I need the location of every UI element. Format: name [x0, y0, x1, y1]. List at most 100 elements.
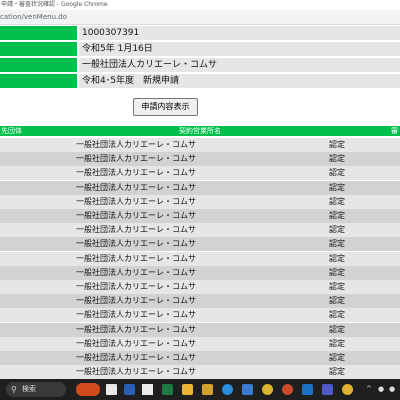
- partner-org-cell: [1, 365, 73, 379]
- windows-taskbar: ⚲ 検索 ^ ● ●: [0, 379, 400, 400]
- office-name-cell: 一般社団法人カリエーレ・コムサ: [76, 296, 196, 306]
- office-name-cell: 一般社団法人カリエーレ・コムサ: [76, 353, 196, 362]
- show-application-button[interactable]: 申請内容表示: [133, 98, 198, 116]
- table-row: 一般社団法人カリエーレ・コムサ 認定: [0, 351, 400, 365]
- search-icon: ⚲: [11, 385, 17, 394]
- review-status-cell: 認定: [329, 267, 345, 277]
- info-row-organization: 一般社団法人カリエーレ・コムサ: [0, 58, 400, 72]
- header-office-name: 契約営業所名: [179, 127, 221, 135]
- table-row: 一般社団法人カリエーレ・コムサ 認定: [0, 294, 400, 309]
- info-row-date: 令和5年 1月16日: [0, 42, 400, 56]
- chrome-icon[interactable]: [262, 384, 273, 395]
- review-status-cell: 認定: [329, 154, 345, 164]
- table-row: 一般社団法人カリエーレ・コムサ 認定: [0, 280, 400, 294]
- wifi-icon[interactable]: ●: [378, 379, 384, 400]
- review-status-cell: 認定: [329, 282, 345, 291]
- outlook-icon[interactable]: [302, 384, 313, 395]
- partner-org-cell: [1, 280, 73, 294]
- office-name-cell: 一般社団法人カリエーレ・コムサ: [76, 338, 196, 348]
- table-row: 一般社団法人カリエーレ・コムサ 認定: [0, 194, 400, 209]
- partner-org-cell: [1, 152, 73, 166]
- edge-icon[interactable]: [222, 384, 233, 395]
- review-status-cell: 認定: [329, 310, 345, 320]
- table-row: 一般社団法人カリエーレ・コムサ 認定: [0, 265, 400, 280]
- review-status-cell: 認定: [329, 140, 345, 149]
- table-row: 一般社団法人カリエーレ・コムサ 認定: [0, 336, 400, 351]
- info-row-fiscal-year: 令和4･5年度 新規申請: [0, 74, 400, 88]
- office-name-cell: 一般社団法人カリエーレ・コムサ: [76, 211, 196, 220]
- office-name-cell: 一般社団法人カリエーレ・コムサ: [76, 267, 196, 277]
- application-type: 令和4･5年度 新規申請: [79, 74, 400, 88]
- partner-org-cell: [1, 308, 73, 322]
- table-header: 先団体 契約営業所名 審: [0, 126, 400, 136]
- office-name-cell: 一般社団法人カリエーレ・コムサ: [76, 253, 196, 263]
- info-label-cell: [0, 42, 77, 56]
- file-explorer-icon[interactable]: [106, 384, 117, 395]
- office-name-cell: 一般社団法人カリエーレ・コムサ: [76, 225, 196, 235]
- partner-org-cell: [1, 252, 73, 266]
- info-label-cell: [0, 26, 77, 40]
- address-bar[interactable]: cation/venMenu.do: [0, 10, 400, 25]
- widget-icon[interactable]: [76, 383, 100, 396]
- taskbar-search[interactable]: ⚲ 検索: [6, 382, 66, 397]
- url-text[interactable]: cation/venMenu.do: [0, 10, 67, 24]
- chevron-up-icon[interactable]: ^: [366, 379, 372, 400]
- excel-icon[interactable]: [162, 384, 173, 395]
- file-explorer-icon[interactable]: [202, 384, 213, 395]
- review-status-cell: 認定: [329, 239, 345, 249]
- partner-org-cell: [1, 223, 73, 237]
- notepad-icon[interactable]: [142, 384, 153, 395]
- partner-org-cell: [1, 337, 73, 351]
- info-label-cell: [0, 58, 77, 72]
- review-status-cell: 認定: [329, 338, 345, 348]
- review-status-cell: 認定: [329, 196, 345, 206]
- folder-icon[interactable]: [182, 384, 193, 395]
- powerpoint-icon[interactable]: [282, 384, 293, 395]
- table-row: 一般社団法人カリエーレ・コムサ 認定: [0, 152, 400, 167]
- table-row: 一般社団法人カリエーレ・コムサ 認定: [0, 322, 400, 337]
- review-status-cell: 認定: [329, 168, 345, 178]
- table-row: 一般社団法人カリエーレ・コムサ 認定: [0, 223, 400, 238]
- header-review-status: 審: [391, 127, 398, 135]
- office-name-cell: 一般社団法人カリエーレ・コムサ: [76, 282, 196, 291]
- partner-org-cell: [1, 166, 73, 180]
- application-date: 令和5年 1月16日: [79, 42, 400, 56]
- review-status-cell: 認定: [329, 367, 345, 377]
- application-number: 1000307391: [79, 26, 400, 40]
- table-row: 一般社団法人カリエーレ・コムサ 認定: [0, 166, 400, 181]
- partner-org-cell: [1, 195, 73, 209]
- partner-org-cell: [1, 323, 73, 337]
- review-status-cell: 認定: [329, 182, 345, 192]
- office-name-cell: 一般社団法人カリエーレ・コムサ: [76, 196, 196, 206]
- table-row: 一般社団法人カリエーレ・コムサ 認定: [0, 308, 400, 323]
- table-row: 一般社団法人カリエーレ・コムサ 認定: [0, 138, 400, 152]
- office-name-cell: 一般社団法人カリエーレ・コムサ: [76, 310, 196, 320]
- language-indicator[interactable]: ●: [389, 379, 395, 400]
- info-row-application-number: 1000307391: [0, 26, 400, 40]
- partner-org-cell: [1, 266, 73, 280]
- office-name-cell: 一般社団法人カリエーレ・コムサ: [76, 154, 196, 164]
- header-partner-org: 先団体: [1, 127, 22, 135]
- word-icon[interactable]: [124, 384, 135, 395]
- mail-icon[interactable]: [242, 384, 253, 395]
- chrome-icon[interactable]: [342, 384, 353, 395]
- table-row: 一般社団法人カリエーレ・コムサ 認定: [0, 180, 400, 195]
- partner-org-cell: [1, 351, 73, 365]
- organization-name: 一般社団法人カリエーレ・コムサ: [79, 58, 400, 72]
- office-name-cell: 一般社団法人カリエーレ・コムサ: [76, 239, 196, 249]
- table-row: 一般社団法人カリエーレ・コムサ 認定: [0, 251, 400, 266]
- partner-org-cell: [1, 138, 73, 152]
- partner-org-cell: [1, 181, 73, 195]
- office-name-cell: 一般社団法人カリエーレ・コムサ: [76, 324, 196, 334]
- office-name-cell: 一般社団法人カリエーレ・コムサ: [76, 182, 196, 192]
- info-label-cell: [0, 74, 77, 88]
- table-row: 一般社団法人カリエーレ・コムサ 認定: [0, 237, 400, 252]
- office-name-cell: 一般社団法人カリエーレ・コムサ: [76, 367, 196, 377]
- table-row: 一般社団法人カリエーレ・コムサ 認定: [0, 365, 400, 380]
- review-status-cell: 認定: [329, 253, 345, 263]
- office-name-cell: 一般社団法人カリエーレ・コムサ: [76, 168, 196, 178]
- review-status-cell: 認定: [329, 296, 345, 306]
- review-status-cell: 認定: [329, 324, 345, 334]
- teams-icon[interactable]: [322, 384, 333, 395]
- review-status-cell: 認定: [329, 225, 345, 235]
